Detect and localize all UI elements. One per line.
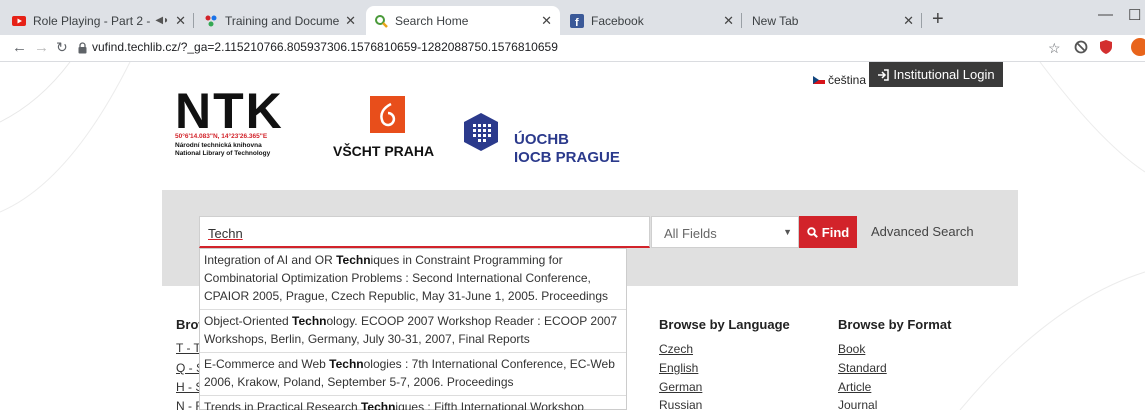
suggestion-match: Techn <box>329 357 364 371</box>
suggestion-item[interactable]: Trends in Practical Research Techniques … <box>200 396 626 410</box>
find-button[interactable]: Find <box>799 216 857 248</box>
profile-avatar[interactable] <box>1131 38 1145 61</box>
institutional-login-button[interactable]: Institutional Login <box>869 62 1003 87</box>
tab-training[interactable]: Training and Documentation | W ✕ <box>196 6 364 35</box>
block-icon[interactable] <box>1074 40 1088 59</box>
ntk-name-cz: Národní technická knihovna <box>175 142 262 149</box>
login-label: Institutional Login <box>893 67 995 82</box>
ntk-logo[interactable]: NTK <box>175 86 284 136</box>
search-icon <box>807 226 818 238</box>
tab-title: Facebook <box>591 13 644 28</box>
tab-facebook[interactable]: f Facebook ✕ <box>562 6 742 35</box>
format-link-standard[interactable]: Standard <box>838 361 887 375</box>
suggestion-match: Techn <box>336 253 371 267</box>
search-field-select[interactable]: All Fields ▼ <box>651 216 799 248</box>
uochb-logo-text-en: IOCB PRAGUE <box>514 149 620 166</box>
suggestion-text: E-Commerce and Web <box>204 357 330 371</box>
people-icon <box>204 14 218 28</box>
uochb-logo-icon[interactable] <box>463 112 499 152</box>
new-tab-button[interactable]: + <box>932 8 944 31</box>
suggestion-match: Techn <box>292 314 327 328</box>
language-label: čeština <box>828 73 867 87</box>
lock-icon[interactable] <box>78 41 87 59</box>
advanced-search-link[interactable]: Advanced Search <box>871 224 974 239</box>
suggestion-text: Object-Oriented <box>204 314 293 328</box>
youtube-icon <box>12 14 26 28</box>
vscht-logo-icon[interactable] <box>370 96 405 133</box>
browse-by-format-heading: Browse by Format <box>838 317 952 332</box>
back-icon[interactable]: ← <box>12 39 27 56</box>
tab-strip: Role Playing - Part 2 - Dosta ◀◗ ✕ Train… <box>0 0 1145 35</box>
sign-in-icon <box>878 68 890 81</box>
tab-title: Search Home <box>395 13 469 28</box>
uochb-logo-text-cz: ÚOCHB <box>514 131 569 148</box>
format-link-journal[interactable]: Journal <box>838 398 877 410</box>
language-link-russian[interactable]: Russian <box>659 398 702 410</box>
ntk-name-en: National Library of Technology <box>175 149 271 157</box>
close-tab-icon[interactable]: ✕ <box>345 13 356 29</box>
facebook-icon: f <box>570 13 584 28</box>
find-label: Find <box>821 224 850 240</box>
forward-icon[interactable]: → <box>34 39 49 56</box>
shield-icon[interactable] <box>1100 40 1112 59</box>
maximize-icon[interactable]: ☐ <box>1128 6 1141 24</box>
language-link-english[interactable]: English <box>659 361 698 375</box>
language-link-german[interactable]: German <box>659 380 702 394</box>
suggestion-text: iques : Fifth International Workshop <box>395 400 584 410</box>
close-tab-icon[interactable]: ✕ <box>903 13 914 29</box>
browse-partial-item[interactable]: T - T <box>176 341 200 355</box>
tab-title: New Tab <box>752 13 799 28</box>
format-link-book[interactable]: Book <box>838 342 865 356</box>
tab-new-tab[interactable]: New Tab ✕ <box>744 6 922 35</box>
search-field-value: All Fields <box>664 226 717 241</box>
close-tab-icon[interactable]: ✕ <box>175 13 186 29</box>
speaker-icon[interactable]: ◀◗ <box>155 15 169 26</box>
minimize-icon[interactable]: — <box>1098 6 1113 23</box>
suggestion-match: Techn <box>360 400 396 410</box>
browse-by-language-heading: Browse by Language <box>659 317 790 332</box>
svg-text:f: f <box>575 17 579 28</box>
suggestion-item[interactable]: E-Commerce and Web Technologies : 7th In… <box>200 353 626 396</box>
reload-icon[interactable]: ↻ <box>56 39 68 56</box>
close-tab-icon[interactable]: ✕ <box>541 13 552 29</box>
ntk-subtitle: Národní technická knihovna National Libr… <box>175 142 270 157</box>
address-bar[interactable]: vufind.techlib.cz/?_ga=2.115210766.80593… <box>92 40 558 54</box>
tab-title: Training and Documentation | W <box>225 13 340 28</box>
browse-heading-partial: Brows <box>176 317 200 332</box>
czech-flag-icon <box>813 76 825 84</box>
language-selector[interactable]: čeština <box>813 73 866 87</box>
search-leaf-icon <box>374 14 388 28</box>
suggestion-item[interactable]: Object-Oriented Technology. ECOOP 2007 W… <box>200 310 626 353</box>
suggestion-item[interactable]: Integration of AI and OR Techniques in C… <box>200 249 626 310</box>
search-input[interactable]: Techn <box>199 216 650 248</box>
vscht-logo-text: VŠCHT PRAHA <box>333 143 435 159</box>
suggestion-text: Trends in Practical Research <box>204 400 361 410</box>
search-query: Techn <box>208 226 243 241</box>
dropdown-caret-icon: ▼ <box>783 227 792 237</box>
tab-role-playing[interactable]: Role Playing - Part 2 - Dosta ◀◗ ✕ <box>4 6 194 35</box>
tab-search-home[interactable]: Search Home ✕ <box>366 6 560 35</box>
format-link-article[interactable]: Article <box>838 380 871 394</box>
browse-partial-item[interactable]: N - F <box>176 399 200 410</box>
language-link-czech[interactable]: Czech <box>659 342 693 356</box>
ntk-coordinates: 50°6'14.083"N, 14°23'26.365"E <box>175 133 268 140</box>
star-icon[interactable]: ☆ <box>1048 40 1061 57</box>
page-content: čeština Institutional Login NTK 50°6'14.… <box>0 62 1145 410</box>
autocomplete-dropdown: Integration of AI and OR Techniques in C… <box>199 248 627 410</box>
tab-title: Role Playing - Part 2 - Dosta <box>33 13 152 28</box>
close-tab-icon[interactable]: ✕ <box>723 13 734 29</box>
browse-partial-item[interactable]: Q - S <box>176 361 200 375</box>
browser-toolbar: ← → ↻ vufind.techlib.cz/?_ga=2.115210766… <box>0 35 1145 62</box>
browse-partial-item[interactable]: H - S <box>176 380 200 394</box>
suggestion-text: Integration of AI and OR <box>204 253 337 267</box>
